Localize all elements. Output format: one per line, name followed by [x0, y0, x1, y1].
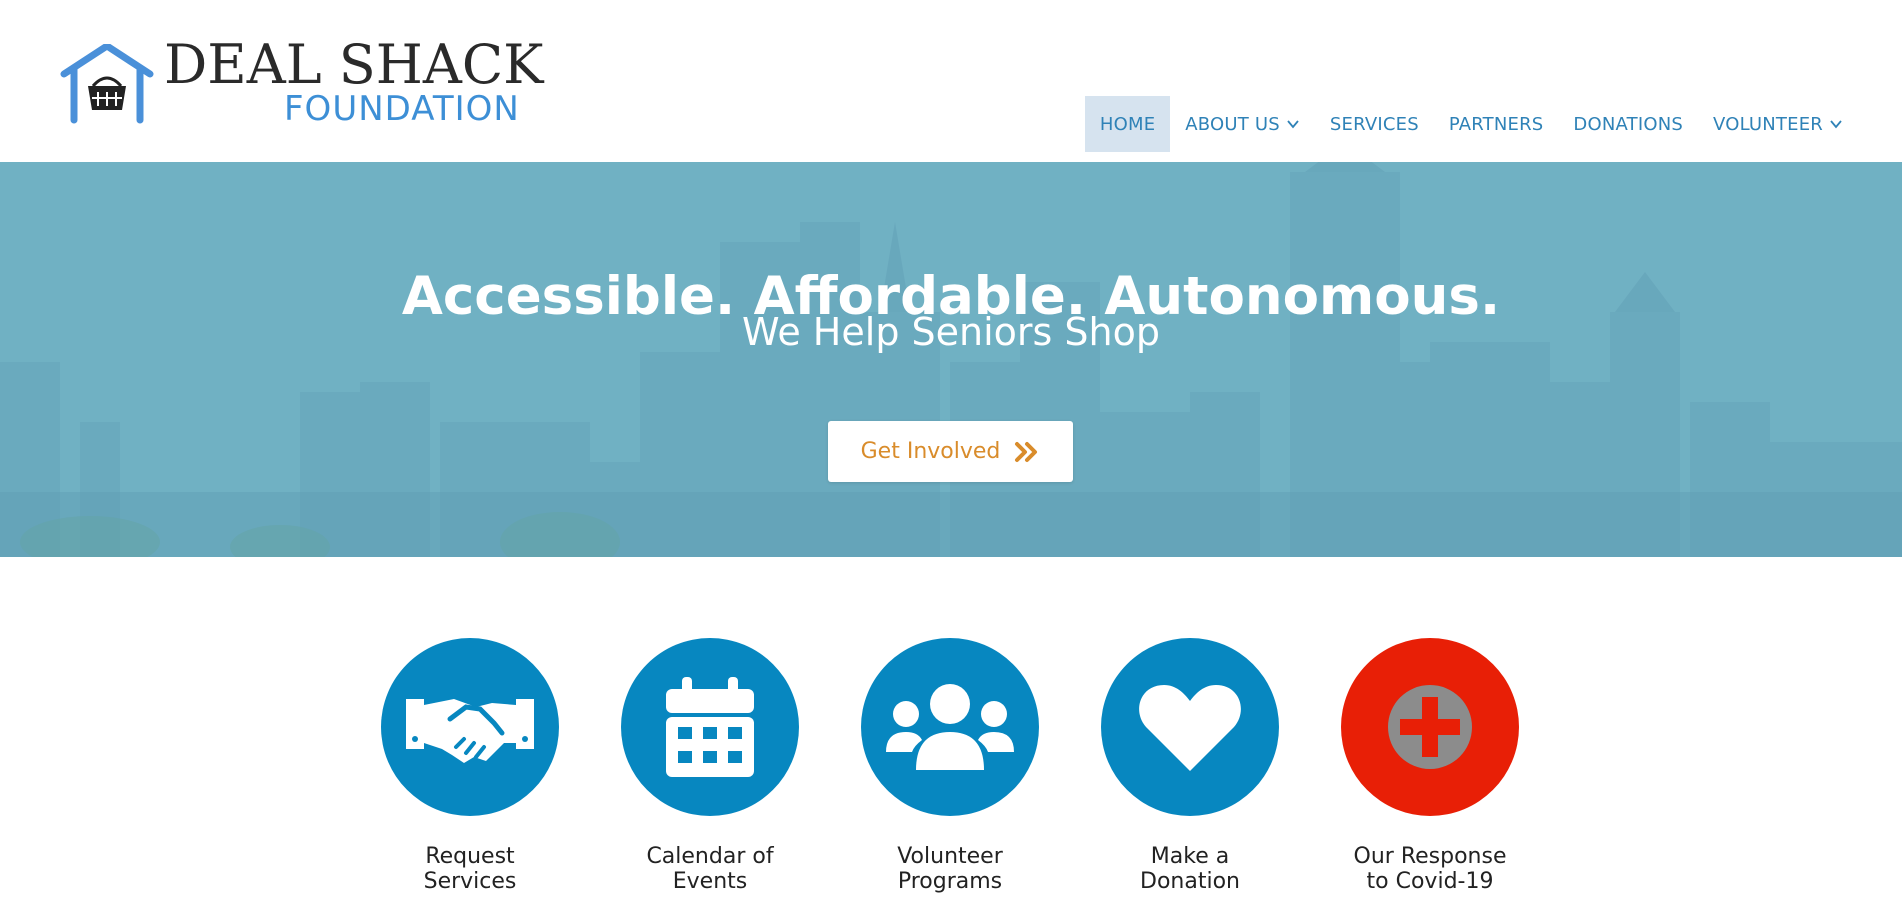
feature-request-services[interactable]: Request Services — [350, 638, 590, 894]
feature-circle[interactable] — [1341, 638, 1519, 816]
medical-cross-icon — [1388, 685, 1472, 769]
handshake-icon — [406, 699, 534, 763]
nav-item-services[interactable]: SERVICES — [1315, 96, 1434, 152]
nav-item-label: ABOUT US — [1185, 113, 1280, 135]
feature-label[interactable]: Our Response to Covid-19 — [1340, 844, 1520, 894]
feature-label[interactable]: Make a Donation — [1100, 844, 1280, 894]
hero-subtitle: We Help Seniors Shop — [742, 310, 1160, 354]
feature-label[interactable]: Calendar of Events — [620, 844, 800, 894]
feature-make-a-donation[interactable]: Make a Donation — [1070, 638, 1310, 894]
chevron-down-icon — [1830, 120, 1842, 129]
main-nav: HOME ABOUT US SERVICES PARTNERS DONATION… — [1084, 96, 1858, 152]
site-header: DEAL SHACK FOUNDATION HOME ABOUT US SERV… — [0, 0, 1902, 162]
nav-item-label: PARTNERS — [1448, 113, 1544, 135]
heart-icon — [1139, 685, 1241, 771]
logo-text-secondary: FOUNDATION — [284, 89, 520, 129]
site-logo[interactable]: DEAL SHACK FOUNDATION — [60, 38, 543, 140]
feature-circle[interactable] — [1101, 638, 1279, 816]
feature-circle[interactable] — [861, 638, 1039, 816]
city-skyline-background — [0, 162, 1902, 557]
hero-banner: Accessible. Affordable. Autonomous. We H… — [0, 162, 1902, 557]
feature-label[interactable]: Request Services — [380, 844, 560, 894]
nav-item-label: SERVICES — [1329, 113, 1419, 135]
feature-label[interactable]: Volunteer Programs — [860, 844, 1040, 894]
get-involved-button[interactable]: Get Involved — [828, 421, 1073, 482]
feature-circle[interactable] — [381, 638, 559, 816]
nav-item-home[interactable]: HOME — [1084, 96, 1171, 152]
get-involved-label: Get Involved — [860, 439, 1001, 464]
feature-covid-response[interactable]: Our Response to Covid-19 — [1310, 638, 1550, 894]
nav-item-label: VOLUNTEER — [1713, 113, 1823, 135]
nav-item-partners[interactable]: PARTNERS — [1434, 96, 1559, 152]
nav-item-donations[interactable]: DONATIONS — [1558, 96, 1698, 152]
users-icon — [886, 684, 1014, 770]
logo-text-primary: DEAL SHACK — [164, 33, 544, 96]
feature-links: Request Services Calendar of Events Volu… — [0, 557, 1902, 905]
feature-circle[interactable] — [621, 638, 799, 816]
house-basket-icon — [60, 44, 154, 124]
double-chevron-right-icon — [1015, 441, 1038, 462]
calendar-icon — [666, 677, 754, 777]
nav-item-volunteer[interactable]: VOLUNTEER — [1698, 96, 1858, 152]
chevron-down-icon — [1287, 120, 1299, 129]
nav-item-label: DONATIONS — [1573, 113, 1683, 135]
nav-item-about-us[interactable]: ABOUT US — [1170, 96, 1315, 152]
feature-volunteer-programs[interactable]: Volunteer Programs — [830, 638, 1070, 894]
nav-item-label: HOME — [1099, 113, 1156, 135]
feature-calendar-of-events[interactable]: Calendar of Events — [590, 638, 830, 894]
